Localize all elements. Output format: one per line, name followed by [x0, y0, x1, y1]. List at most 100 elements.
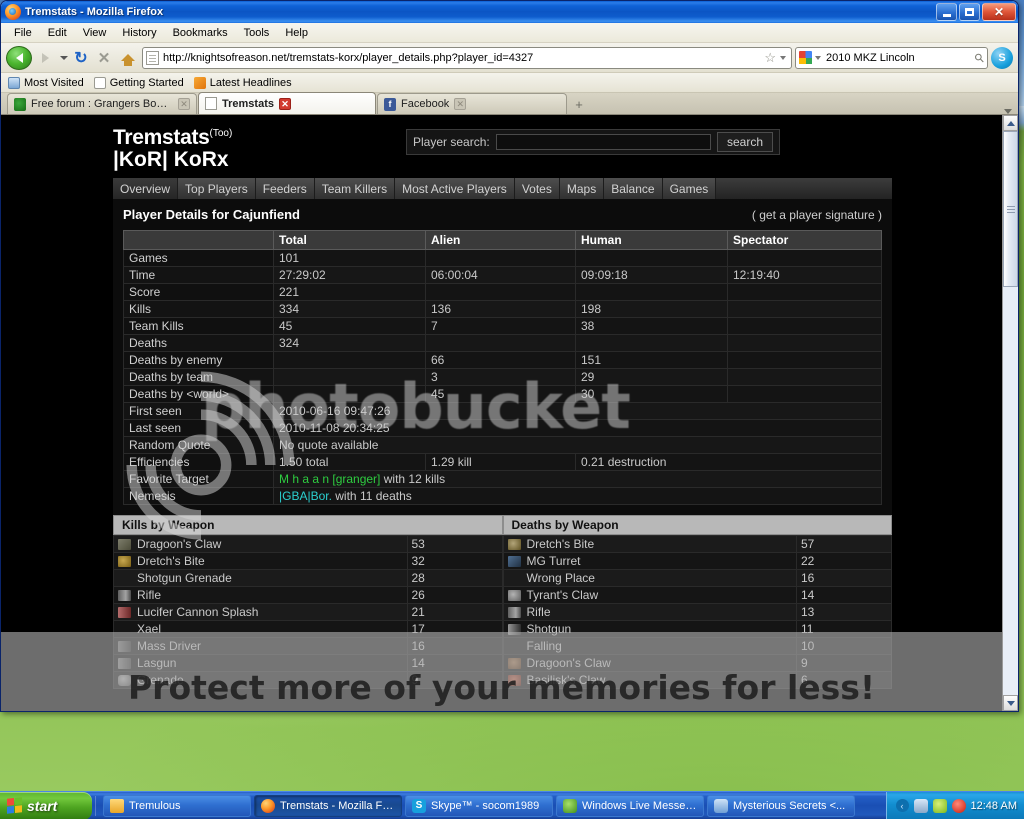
- nav-team-killers[interactable]: Team Killers: [314, 178, 396, 199]
- bookmark-most-visited[interactable]: Most Visited: [8, 76, 84, 89]
- page-title: Player Details for Cajunfiend: [123, 207, 300, 222]
- granger-icon: [14, 97, 26, 111]
- weapon-name: Xael: [137, 622, 162, 636]
- back-button[interactable]: [6, 45, 32, 70]
- bookmark-getting-started[interactable]: Getting Started: [93, 76, 184, 89]
- maximize-button[interactable]: [959, 3, 980, 21]
- kills-by-weapon-column: Kills by Weapon Dragoon's Claw 53 Dretch'…: [113, 515, 503, 689]
- bookmark-latest-headlines[interactable]: Latest Headlines: [193, 76, 292, 89]
- table-row: Dragoon's Claw 9: [502, 654, 892, 672]
- tab-list-chevron-down-icon[interactable]: [1004, 109, 1012, 114]
- weapon-cell: Mass Driver: [113, 637, 408, 655]
- url-bar[interactable]: http://knightsofreason.net/tremstats-kor…: [142, 46, 792, 69]
- close-button[interactable]: ✕: [982, 3, 1016, 21]
- taskbar-item-tremstats-firefox[interactable]: Tremstats - Mozilla Fir...: [254, 794, 402, 817]
- bookmark-star-icon[interactable]: ☆: [764, 50, 776, 66]
- browser-search-input[interactable]: 2010 MKZ Lincoln: [826, 52, 972, 64]
- close-icon[interactable]: ✕: [178, 98, 190, 110]
- taskbar-item-mysterious-secrets[interactable]: Mysterious Secrets <...: [707, 794, 855, 817]
- security-shield-icon[interactable]: [932, 798, 947, 813]
- chevron-up-icon: [1006, 120, 1015, 126]
- taskbar-item-skype[interactable]: S Skype™ - socom1989: [405, 794, 553, 817]
- cell-human: 29: [575, 368, 728, 386]
- scroll-down-button[interactable]: [1003, 695, 1018, 711]
- rifle-icon: [118, 589, 131, 601]
- table-row-favorite-target: Favorite Target M h a a n [granger] with…: [123, 470, 882, 488]
- nav-games[interactable]: Games: [662, 178, 717, 199]
- weapon-count: 22: [796, 552, 892, 570]
- reload-button[interactable]: ↻: [71, 47, 91, 69]
- close-icon[interactable]: ✕: [454, 98, 467, 110]
- cell-human: 38: [575, 317, 728, 335]
- browser-search-bar[interactable]: 2010 MKZ Lincoln ⚲: [795, 46, 988, 69]
- nav-feeders[interactable]: Feeders: [255, 178, 315, 199]
- close-icon[interactable]: ✕: [278, 97, 291, 110]
- cell-total: 27:29:02: [273, 266, 426, 284]
- skype-toolbar-icon[interactable]: S: [991, 46, 1013, 69]
- table-row: Lasgun 14: [113, 654, 503, 672]
- row-label: Time: [123, 266, 274, 284]
- tab-free-forum[interactable]: Free forum : Grangers Bouncing Aroun... …: [7, 93, 197, 114]
- tab-tremstats[interactable]: Tremstats ✕: [198, 92, 376, 114]
- table-row: MG Turret 22: [502, 552, 892, 570]
- tray-expand-chevron-left-icon[interactable]: ‹: [895, 799, 909, 812]
- nav-votes[interactable]: Votes: [514, 178, 560, 199]
- taskbar-item-label: Mysterious Secrets <...: [733, 799, 846, 812]
- menu-bar: File Edit View History Bookmarks Tools H…: [1, 23, 1018, 43]
- document-icon: [205, 97, 217, 110]
- stop-button[interactable]: ✕: [94, 47, 114, 69]
- weapon-name: Lucifer Cannon Splash: [137, 605, 259, 619]
- cell-spectator: [727, 334, 882, 352]
- alert-icon[interactable]: [951, 798, 966, 813]
- chevron-down-icon[interactable]: [60, 55, 68, 60]
- menu-view[interactable]: View: [76, 25, 114, 41]
- cell-human: [575, 249, 728, 267]
- scrollbar-thumb[interactable]: [1003, 131, 1018, 287]
- chevron-down-icon[interactable]: [780, 55, 786, 60]
- scroll-up-button[interactable]: [1003, 115, 1018, 131]
- start-button[interactable]: start: [0, 791, 92, 819]
- cell-spectator: [727, 351, 882, 369]
- cell-spectator: [727, 385, 882, 403]
- weapon-name: Grenade: [137, 673, 184, 687]
- tab-facebook[interactable]: f Facebook ✕: [377, 93, 567, 114]
- menu-file[interactable]: File: [7, 25, 39, 41]
- new-tab-button[interactable]: +: [568, 94, 590, 114]
- weapon-cell: Xael: [113, 620, 408, 638]
- menu-history[interactable]: History: [115, 25, 163, 41]
- cell-alien: 136: [425, 300, 576, 318]
- chevron-down-icon[interactable]: [815, 55, 821, 60]
- weapon-name: Dragoon's Claw: [526, 656, 611, 670]
- menu-help[interactable]: Help: [278, 25, 315, 41]
- weapon-count: 10: [796, 637, 892, 655]
- menu-edit[interactable]: Edit: [41, 25, 74, 41]
- taskbar-clock[interactable]: 12:48 AM: [971, 800, 1017, 812]
- scrollbar-track[interactable]: [1003, 131, 1018, 695]
- search-icon[interactable]: ⚲: [972, 49, 988, 65]
- nav-top-players[interactable]: Top Players: [178, 178, 256, 199]
- cell-alien: 66: [425, 351, 576, 369]
- nav-maps[interactable]: Maps: [559, 178, 605, 199]
- nav-most-active-players[interactable]: Most Active Players: [395, 178, 515, 199]
- network-icon[interactable]: [913, 798, 928, 813]
- menu-tools[interactable]: Tools: [237, 25, 277, 41]
- deaths-by-weapon-column: Deaths by Weapon Dretch's Bite 57 MG Turr…: [502, 515, 892, 689]
- page-scrollbar[interactable]: [1002, 115, 1018, 711]
- nav-overview[interactable]: Overview: [113, 178, 179, 199]
- nav-balance[interactable]: Balance: [604, 178, 663, 199]
- player-search-button[interactable]: search: [716, 132, 773, 152]
- minimize-button[interactable]: [936, 3, 957, 21]
- home-button[interactable]: [117, 47, 139, 69]
- get-player-signature-link[interactable]: ( get a player signature ): [752, 208, 882, 222]
- google-search-icon[interactable]: [799, 51, 812, 64]
- cell-spectator: [727, 317, 882, 335]
- menu-bookmarks[interactable]: Bookmarks: [166, 25, 235, 41]
- player-search-input[interactable]: [495, 134, 711, 150]
- facebook-icon: f: [384, 97, 396, 111]
- forward-button[interactable]: [35, 47, 55, 69]
- row-label: Random Quote: [123, 436, 274, 454]
- cell-spectator: 12:19:40: [727, 266, 882, 284]
- weapon-cell: Lucifer Cannon Splash: [113, 603, 408, 621]
- taskbar-item-tremulous[interactable]: Tremulous: [103, 794, 251, 817]
- taskbar-item-windows-live-messenger[interactable]: Windows Live Messen...: [556, 794, 704, 817]
